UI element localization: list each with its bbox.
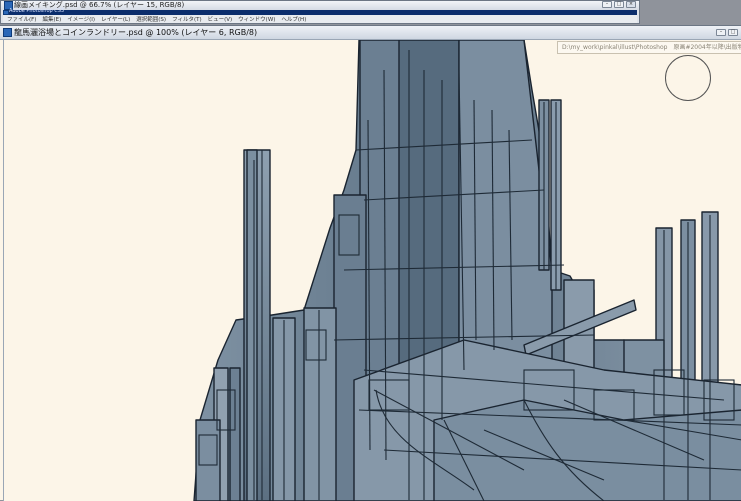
- illustration-artwork: [193, 40, 741, 501]
- menu-item[interactable]: 編集(E): [42, 15, 61, 23]
- menu-item[interactable]: イメージ(I): [67, 15, 95, 23]
- menu-item[interactable]: フィルタ(T): [172, 15, 202, 23]
- maximize-button[interactable]: □: [728, 29, 738, 36]
- brush-cursor: [665, 55, 711, 101]
- maximize-button[interactable]: □: [614, 1, 624, 8]
- minimize-button[interactable]: –: [602, 1, 612, 8]
- menu-item[interactable]: 選択範囲(S): [136, 15, 166, 23]
- active-document-window[interactable]: 龍馬灑浴場とコインランドリー.psd @ 100% (レイヤー 6, RGB/8…: [0, 25, 741, 501]
- back-document-window[interactable]: 線画メイキング.psd @ 66.7% (レイヤー 15, RGB/8) – □…: [0, 0, 640, 24]
- minimize-icon: –: [605, 1, 609, 7]
- menu-item[interactable]: ビュー(V): [208, 15, 233, 23]
- close-button[interactable]: ×: [626, 1, 636, 8]
- photoshop-document-icon: [3, 28, 12, 37]
- file-path-tooltip: D:\my_work\pinkal\illust\Photoshop 原画#20…: [557, 41, 741, 54]
- menu-item[interactable]: ウィンドウ(W): [238, 15, 275, 23]
- maximize-icon: □: [730, 29, 736, 35]
- menu-bar: ファイル(F) 編集(E) イメージ(I) レイヤー(L) 選択範囲(S) フィルタ(T)…: [3, 15, 637, 23]
- minimize-icon: –: [719, 29, 723, 35]
- back-window-titlebar[interactable]: 線画メイキング.psd @ 66.7% (レイヤー 15, RGB/8) – □…: [1, 1, 639, 10]
- close-icon: ×: [628, 1, 634, 7]
- active-window-title: 龍馬灑浴場とコインランドリー.psd @ 100% (レイヤー 6, RGB/8…: [14, 28, 258, 37]
- maximize-icon: □: [616, 1, 622, 7]
- active-window-titlebar[interactable]: 龍馬灑浴場とコインランドリー.psd @ 100% (レイヤー 6, RGB/8…: [0, 26, 741, 40]
- app-title: Adobe Photoshop CS3: [9, 8, 65, 14]
- building-outlines: [193, 40, 741, 501]
- menu-item[interactable]: ヘルプ(H): [281, 15, 306, 23]
- menu-item[interactable]: ファイル(F): [7, 15, 36, 23]
- document-canvas[interactable]: D:\my_work\pinkal\illust\Photoshop 原画#20…: [3, 40, 741, 501]
- menu-item[interactable]: レイヤー(L): [101, 15, 130, 23]
- minimize-button[interactable]: –: [716, 29, 726, 36]
